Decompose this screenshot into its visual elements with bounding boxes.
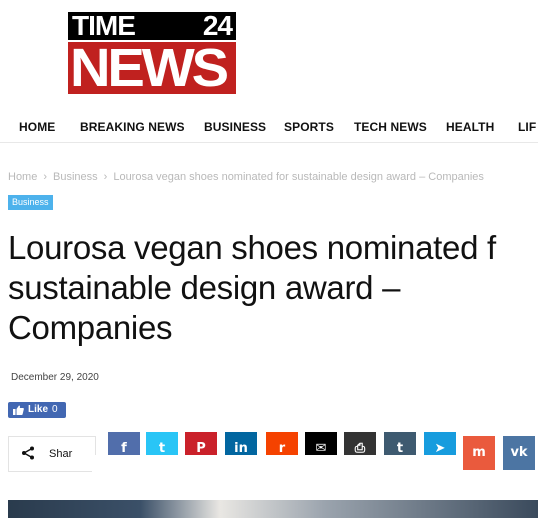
share-label: Shar: [49, 448, 73, 460]
share-mix-button[interactable]: m: [463, 436, 495, 470]
like-count: 0: [52, 404, 58, 415]
logo-bottom-band: NEWS: [68, 38, 236, 98]
print-icon: ⎙: [354, 441, 366, 456]
twitter-icon: t: [158, 441, 166, 456]
breadcrumb-separator: ›: [43, 171, 48, 183]
breadcrumb-business[interactable]: Business: [53, 171, 98, 183]
nav-item-breaking-news[interactable]: BREAKING NEWS: [80, 120, 185, 134]
share-button[interactable]: Shar: [8, 436, 96, 472]
logo-text-24: 24: [202, 10, 233, 41]
article-title-line: Companies: [8, 309, 173, 346]
nav-item-sports[interactable]: SPORTS: [284, 120, 334, 134]
main-nav: HOME BREAKING NEWS BUSINESS SPORTS TECH …: [0, 110, 538, 143]
breadcrumb-separator: ›: [103, 171, 108, 183]
site-logo[interactable]: TIME 24 NEWS: [68, 10, 236, 98]
breadcrumb: Home › Business › Lourosa vegan shoes nomina…: [8, 171, 484, 184]
vk-icon: vk: [510, 445, 528, 460]
category-badge[interactable]: Business: [8, 195, 53, 210]
breadcrumb-current[interactable]: Lourosa vegan shoes nominated for sustai…: [113, 171, 484, 183]
reddit-icon: r: [278, 441, 286, 456]
thumbs-up-icon: [13, 402, 24, 421]
logo-text-news: NEWS: [70, 38, 229, 98]
share-row-mask: [92, 455, 457, 475]
telegram-icon: ➤: [434, 441, 446, 456]
nav-item-tech-news[interactable]: TECH NEWS: [354, 120, 427, 134]
like-label: Like: [28, 404, 49, 415]
nav-item-business[interactable]: BUSINESS: [204, 120, 266, 134]
mix-icon: m: [472, 445, 486, 460]
nav-item-health[interactable]: HEALTH: [446, 120, 494, 134]
tumblr-icon: t: [396, 441, 404, 456]
nav-item-lif[interactable]: LIF: [518, 120, 536, 134]
nav-item-home[interactable]: HOME: [19, 120, 55, 134]
share-icon: [21, 446, 35, 463]
article-title-line: Lourosa vegan shoes nominated f: [8, 229, 496, 266]
breadcrumb-home[interactable]: Home: [8, 171, 37, 183]
facebook-icon: f: [121, 441, 127, 456]
share-vk-button[interactable]: vk: [503, 436, 535, 470]
email-icon: ✉: [315, 441, 327, 456]
article-title-line: sustainable design award –: [8, 269, 401, 306]
hero-image: [8, 500, 538, 518]
article-title: Lourosa vegan shoes nominated f sustaina…: [8, 228, 538, 348]
facebook-like-button[interactable]: Like 0: [8, 402, 66, 418]
article-date: December 29, 2020: [11, 372, 99, 383]
linkedin-icon: in: [234, 441, 248, 456]
logo-text-time: TIME: [72, 10, 136, 41]
logo-top-band: TIME 24: [68, 10, 236, 41]
pinterest-icon: P: [196, 441, 206, 456]
